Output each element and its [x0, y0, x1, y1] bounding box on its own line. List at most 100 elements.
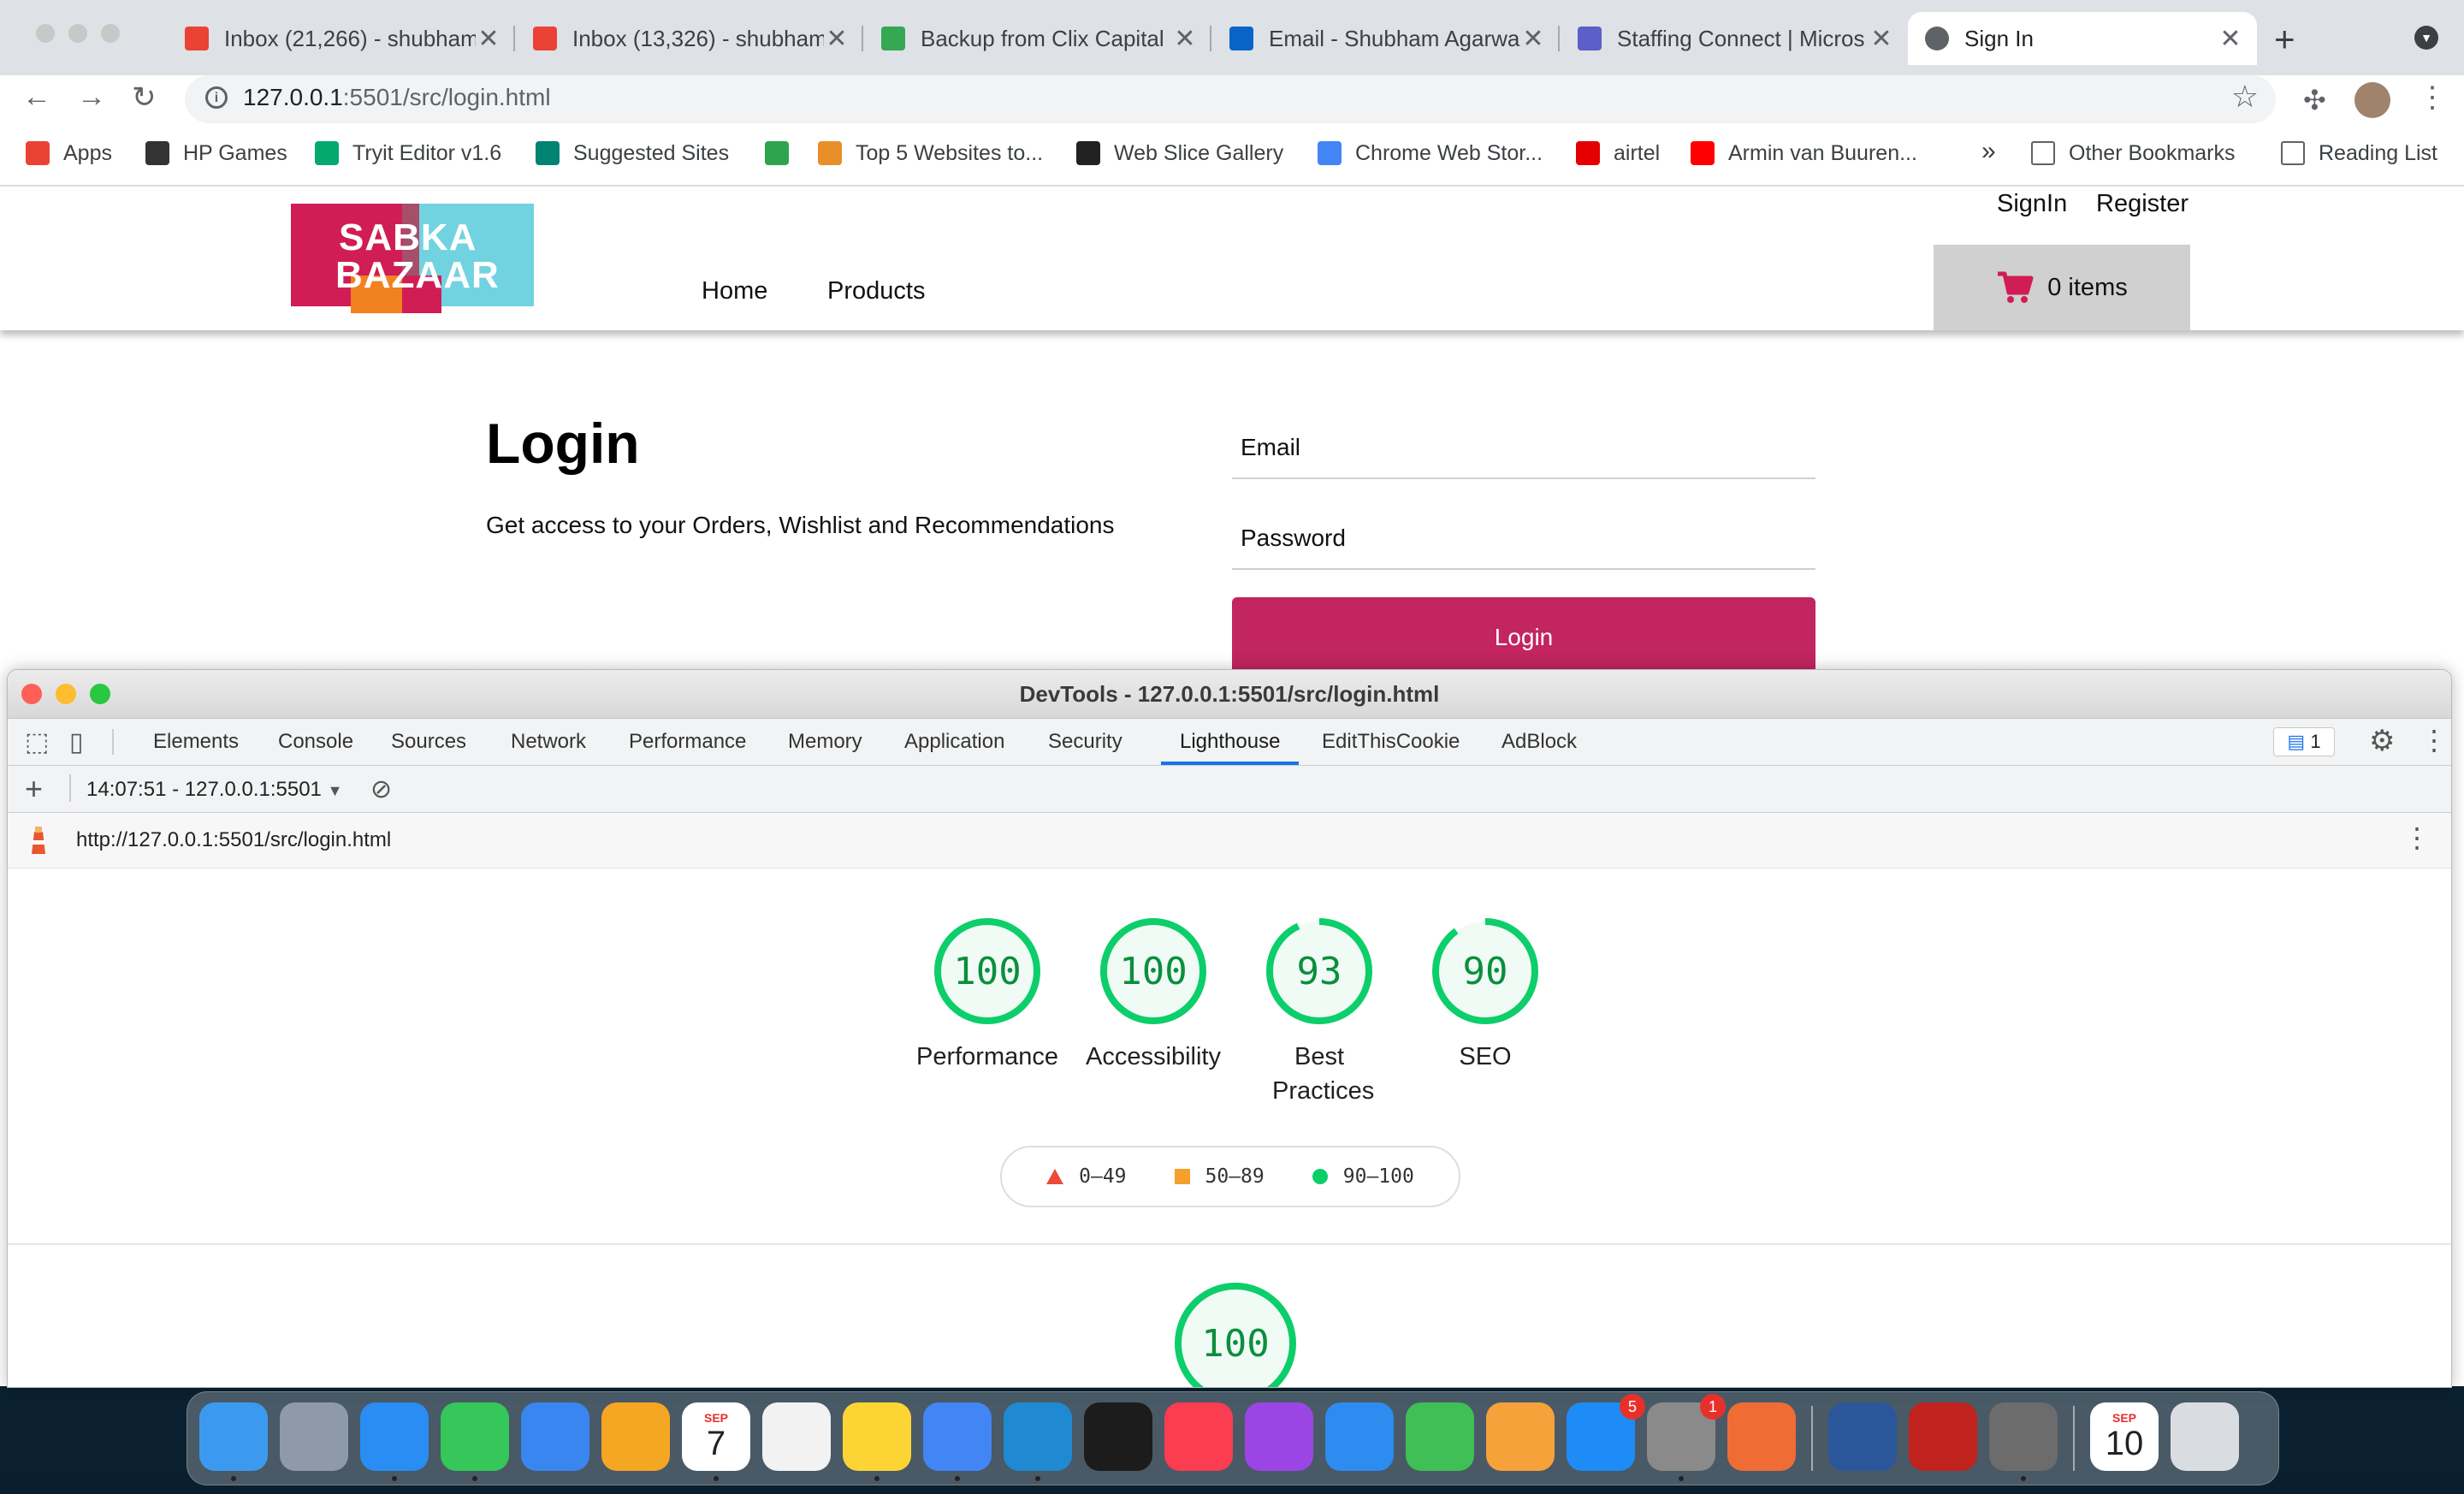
window-zoom-button[interactable] — [101, 24, 120, 43]
other-bookmarks-folder[interactable]: Other Bookmarks — [2031, 139, 2236, 168]
window-close-button[interactable] — [36, 24, 55, 43]
reload-icon[interactable]: ↻ — [132, 80, 157, 115]
calendar-doc-icon[interactable]: SEP 10 — [2090, 1402, 2159, 1471]
word-icon[interactable] — [1828, 1402, 1897, 1471]
podcasts-icon[interactable] — [1245, 1402, 1313, 1471]
address-text[interactable]: 127.0.0.1:5501/src/login.html — [243, 84, 551, 111]
devtools-tab-elements[interactable]: Elements — [153, 719, 239, 765]
notes-icon[interactable] — [843, 1402, 911, 1471]
devtools-tab-memory[interactable]: Memory — [788, 719, 862, 765]
bookmark-item[interactable]: Web Slice Gallery — [1076, 139, 1283, 168]
nav-home-link[interactable]: Home — [702, 277, 767, 305]
bookmark-item[interactable] — [765, 139, 803, 168]
report-menu-icon[interactable]: ⋮ — [2403, 821, 2431, 854]
tab-search-icon[interactable]: ▼ — [2414, 26, 2438, 50]
bookmark-item[interactable]: airtel — [1576, 139, 1660, 168]
bookmark-item[interactable]: Top 5 Websites to... — [818, 139, 1043, 168]
reading-list-button[interactable]: Reading List — [2281, 139, 2437, 168]
bookmark-item[interactable]: Apps — [26, 139, 112, 168]
devtools-tab-sources[interactable]: Sources — [391, 719, 466, 765]
site-info-icon[interactable]: i — [205, 86, 228, 109]
numbers-icon[interactable] — [1406, 1402, 1474, 1471]
devtools-tab-console[interactable]: Console — [278, 719, 353, 765]
devtools-close-button[interactable] — [21, 684, 42, 704]
launchpad-icon[interactable] — [280, 1402, 348, 1471]
sabka-bazaar-logo[interactable]: SABKA BAZAAR — [291, 204, 534, 313]
bookmarks-overflow-button[interactable]: » — [1981, 137, 1996, 166]
password-field[interactable] — [1232, 508, 1815, 568]
bookmark-star-icon[interactable]: ☆ — [2231, 79, 2259, 115]
score-gauge-best-practices[interactable]: 93 Best Practices — [1238, 915, 1401, 1108]
report-url[interactable]: http://127.0.0.1:5501/src/login.html — [76, 828, 391, 852]
clear-reports-icon[interactable]: ⊘ — [370, 774, 392, 804]
devtools-tab-performance[interactable]: Performance — [629, 719, 746, 765]
extensions-icon[interactable]: ✣ — [2303, 84, 2326, 116]
device-toolbar-icon[interactable]: ▯ — [69, 727, 84, 757]
browser-tab[interactable]: Sign In ✕ — [1908, 12, 2257, 65]
music-icon[interactable] — [1164, 1402, 1233, 1471]
address-bar[interactable]: i 127.0.0.1:5501/src/login.html ☆ — [185, 75, 2276, 123]
finder-icon[interactable] — [199, 1402, 268, 1471]
window-minimize-button[interactable] — [68, 24, 87, 43]
inspect-element-icon[interactable]: ⬚ — [25, 727, 49, 757]
devtools-tab-lighthouse[interactable]: Lighthouse — [1161, 719, 1300, 765]
tab-close-icon[interactable]: ✕ — [1520, 24, 1546, 54]
bookmark-item[interactable]: HP Games — [145, 139, 287, 168]
tab-close-icon[interactable]: ✕ — [2218, 24, 2243, 54]
browser-tab[interactable]: Inbox (21,266) - shubham ✕ — [168, 12, 515, 65]
messages-icon[interactable] — [441, 1402, 509, 1471]
browser-tab[interactable]: Backup from Clix Capital ✕ — [864, 12, 1211, 65]
browser-tab[interactable]: Email - Shubham Agarwa ✕ — [1212, 12, 1560, 65]
nav-products-link[interactable]: Products — [827, 277, 925, 305]
bookmark-item[interactable]: Armin van Buuren... — [1691, 139, 1917, 168]
devtools-minimize-button[interactable] — [56, 684, 76, 704]
email-field[interactable] — [1232, 418, 1815, 477]
calendar-icon[interactable]: SEP 7 — [682, 1402, 750, 1471]
tab-close-icon[interactable]: ✕ — [824, 24, 850, 54]
forward-icon[interactable]: → — [77, 80, 106, 114]
vscode-icon[interactable] — [1004, 1402, 1072, 1471]
devtools-tab-editthiscookie[interactable]: EditThisCookie — [1322, 719, 1460, 765]
settings-gear-icon[interactable]: ⚙ — [2369, 724, 2395, 758]
devtools-tab-network[interactable]: Network — [511, 719, 586, 765]
calculator-icon[interactable] — [1989, 1402, 2058, 1471]
back-icon[interactable]: ← — [22, 80, 51, 114]
devtools-tab-application[interactable]: Application — [904, 719, 1004, 765]
safari-icon[interactable] — [360, 1402, 429, 1471]
devtools-tab-security[interactable]: Security — [1048, 719, 1122, 765]
browser-tab[interactable]: Inbox (13,326) - shubham ✕ — [516, 12, 863, 65]
mail-icon[interactable] — [521, 1402, 589, 1471]
tab-close-icon[interactable]: ✕ — [1869, 24, 1894, 54]
report-selector[interactable]: 14:07:51 - 127.0.0.1:5501 ▼ — [86, 778, 342, 802]
score-gauge-seo[interactable]: 90 SEO — [1404, 915, 1567, 1074]
score-gauge-accessibility[interactable]: 100 Accessibility — [1072, 915, 1235, 1074]
register-link[interactable]: Register — [2096, 190, 2189, 218]
issues-badge[interactable]: ▤ 1 — [2273, 727, 2335, 756]
bookmark-item[interactable]: Tryit Editor v1.6 — [315, 139, 501, 168]
pages-icon[interactable] — [1486, 1402, 1555, 1471]
keynote-icon[interactable] — [1325, 1402, 1394, 1471]
chrome-menu-icon[interactable]: ⋮ — [2418, 80, 2447, 115]
login-button[interactable]: Login — [1232, 597, 1815, 678]
reminders-icon[interactable] — [762, 1402, 831, 1471]
profile-avatar[interactable] — [2354, 82, 2390, 118]
chrome-icon[interactable] — [923, 1402, 992, 1471]
bookmark-item[interactable]: Suggested Sites — [536, 139, 729, 168]
devtools-menu-icon[interactable]: ⋮ — [2420, 724, 2448, 756]
devtools-tab-adblock[interactable]: AdBlock — [1502, 719, 1577, 765]
acrobat-icon[interactable] — [1909, 1402, 1977, 1471]
tab-close-icon[interactable]: ✕ — [476, 24, 501, 54]
new-tab-button[interactable]: + — [2274, 19, 2295, 60]
tab-close-icon[interactable]: ✕ — [1172, 24, 1198, 54]
bookmark-item[interactable]: Chrome Web Stor... — [1318, 139, 1543, 168]
trash-icon[interactable] — [2171, 1402, 2239, 1471]
postman-icon[interactable] — [1727, 1402, 1796, 1471]
devtools-zoom-button[interactable] — [90, 684, 110, 704]
browser-tab[interactable]: Staffing Connect | Micros ✕ — [1561, 12, 1908, 65]
cart-button[interactable]: 0 items — [1934, 245, 2190, 330]
terminal-icon[interactable] — [1084, 1402, 1152, 1471]
new-report-icon[interactable]: + — [25, 771, 43, 807]
photos-icon[interactable] — [601, 1402, 670, 1471]
signin-link[interactable]: SignIn — [1997, 190, 2067, 218]
score-gauge-performance[interactable]: 100 Performance — [906, 915, 1069, 1074]
